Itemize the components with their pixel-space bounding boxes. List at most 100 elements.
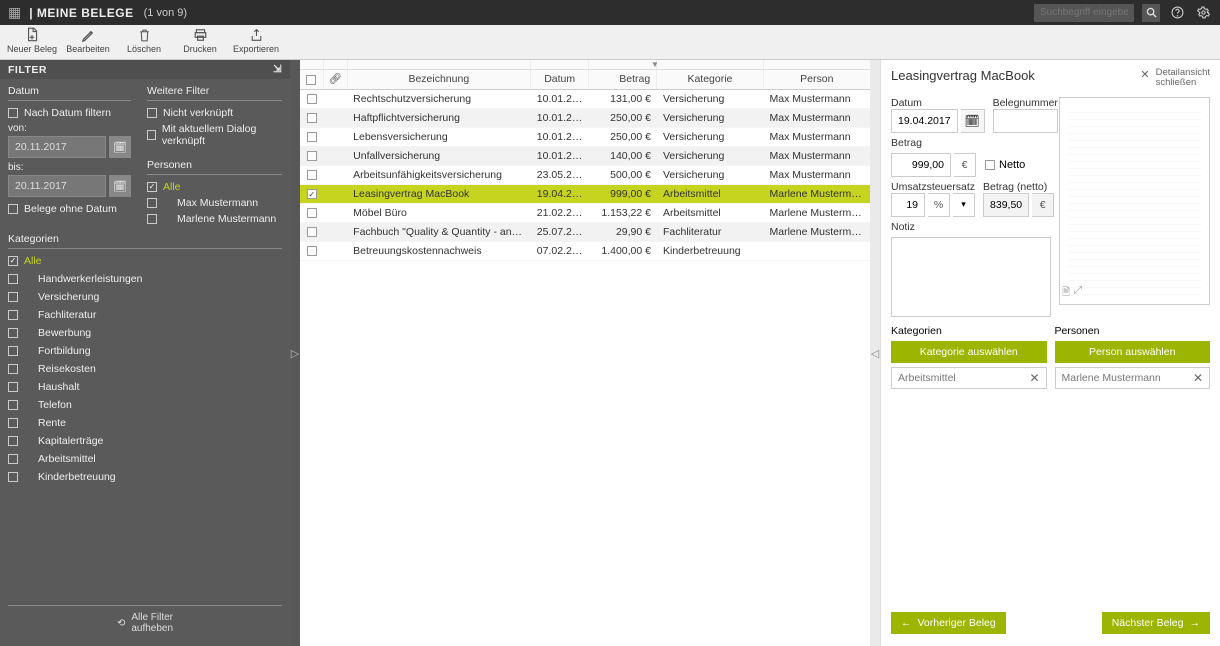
filter-heading: FILTER <box>8 64 47 76</box>
category-checkbox[interactable]: Fortbildung <box>8 342 282 360</box>
document-preview[interactable]: 🗎︎⤢ <box>1059 97 1210 305</box>
table-row[interactable]: Fachbuch "Quality & Quantity - an endles… <box>300 223 870 242</box>
search-input[interactable] <box>1040 7 1128 18</box>
edit-button[interactable]: Bearbeiten <box>60 26 116 54</box>
table-row[interactable]: Haftpflichtversicherung10.01.2017250,00 … <box>300 109 870 128</box>
person-tag: Marlene Mustermann ✕ <box>1055 367 1211 389</box>
collapse-sidebar-icon[interactable]: ⇲ <box>273 64 282 75</box>
new-button[interactable]: Neuer Beleg <box>4 26 60 54</box>
net-amount-label: Betrag (netto) <box>983 181 1054 193</box>
categories-all-checkbox[interactable]: Alle <box>8 252 282 270</box>
row-checkbox[interactable] <box>307 94 317 104</box>
date-input[interactable]: 19.04.2017 <box>891 109 958 133</box>
category-checkbox[interactable]: Fachliteratur <box>8 306 282 324</box>
export-label: Exportieren <box>233 44 279 54</box>
row-date: 07.02.2017 <box>531 245 589 257</box>
close-detail-icon[interactable]: ✕ <box>1140 68 1149 81</box>
table-row[interactable]: Unfallversicherung10.01.2017140,00 €Vers… <box>300 147 870 166</box>
close-detail-text[interactable]: Detailansichtschließen <box>1156 68 1210 89</box>
clear-filters-button[interactable]: ⟲ Alle Filteraufheben <box>8 605 282 640</box>
row-category: Versicherung <box>657 150 764 162</box>
search-button[interactable] <box>1142 4 1160 22</box>
help-icon[interactable] <box>1168 4 1186 22</box>
docnum-input[interactable] <box>993 109 1058 133</box>
row-checkbox[interactable] <box>307 151 317 161</box>
note-label: Notiz <box>891 221 1051 233</box>
netto-checkbox[interactable]: Netto <box>985 153 1025 177</box>
date-to-picker-icon[interactable]: 🗓︎ <box>109 175 131 197</box>
row-checkbox[interactable] <box>307 227 317 237</box>
filter-sidebar: FILTER ⇲ Datum Nach Datum filtern von: 2… <box>0 60 290 646</box>
date-picker-icon[interactable]: 🗓︎ <box>961 109 985 133</box>
vat-dropdown-icon[interactable]: ▾ <box>953 193 975 217</box>
select-category-button[interactable]: Kategorie auswählen <box>891 341 1047 363</box>
preview-zoom-icon: ⤢ <box>1074 285 1082 302</box>
amount-label: Betrag <box>891 137 1051 149</box>
category-checkbox[interactable]: Versicherung <box>8 288 282 306</box>
settings-icon[interactable] <box>1194 4 1212 22</box>
detail-title: Leasingvertrag MacBook <box>891 68 1140 83</box>
print-button[interactable]: Drucken <box>172 26 228 54</box>
table-row[interactable]: Betreuungskostennachweis07.02.20171.400,… <box>300 242 870 261</box>
category-checkbox[interactable]: Haushalt <box>8 378 282 396</box>
preview-page-icon: 🗎︎ <box>1062 285 1070 302</box>
splitter-left[interactable]: ▷ <box>290 60 300 646</box>
row-checkbox[interactable] <box>307 132 317 142</box>
no-date-checkbox[interactable]: Belege ohne Datum <box>8 201 131 217</box>
category-checkbox[interactable]: Kapitalerträge <box>8 432 282 450</box>
select-person-button[interactable]: Person auswählen <box>1055 341 1211 363</box>
prev-button[interactable]: ←Vorheriger Beleg <box>891 612 1006 634</box>
export-icon <box>250 27 263 43</box>
table-row[interactable]: Lebensversicherung10.01.2017250,00 €Vers… <box>300 128 870 147</box>
table-row[interactable]: Rechtschutzversicherung10.01.2017131,00 … <box>300 90 870 109</box>
filter-by-date-checkbox[interactable]: Nach Datum filtern <box>8 105 131 121</box>
note-textarea[interactable] <box>891 237 1051 317</box>
row-checkbox[interactable] <box>307 189 317 199</box>
select-all-checkbox[interactable] <box>306 75 316 85</box>
persons-label-d: Personen <box>1055 325 1211 337</box>
table-row[interactable]: Möbel Büro21.02.20171.153,22 €Arbeitsmit… <box>300 204 870 223</box>
with-dialog-checkbox[interactable]: Mit aktuellem Dialog verknüpft <box>147 121 282 149</box>
print-icon <box>193 27 208 43</box>
row-checkbox[interactable] <box>307 113 317 123</box>
receipts-grid: ▼ 🔗︎ Bezeichnung Datum Betrag Kategorie … <box>300 60 870 646</box>
delete-label: Löschen <box>127 44 161 54</box>
not-linked-checkbox[interactable]: Nicht verknüpft <box>147 105 282 121</box>
row-checkbox[interactable] <box>307 246 317 256</box>
person-checkbox[interactable]: Max Mustermann <box>147 195 282 211</box>
row-amount: 140,00 € <box>589 150 657 162</box>
vat-input[interactable]: 19 <box>891 193 925 217</box>
row-date: 25.07.2017 <box>531 226 589 238</box>
table-row[interactable]: Arbeitsunfähigkeitsversicherung23.05.201… <box>300 166 870 185</box>
category-checkbox[interactable]: Arbeitsmittel <box>8 450 282 468</box>
amount-input[interactable]: 999,00 <box>891 153 951 177</box>
date-from-input[interactable]: 20.11.2017 <box>8 136 106 158</box>
date-from-picker-icon[interactable]: 🗓︎ <box>109 136 131 158</box>
table-row[interactable]: Leasingvertrag MacBook19.04.2017999,00 €… <box>300 185 870 204</box>
category-checkbox[interactable]: Rente <box>8 414 282 432</box>
category-checkbox[interactable]: Kinderbetreuung <box>8 468 282 486</box>
currency-euro: € <box>954 153 976 177</box>
persons-all-checkbox[interactable]: Alle <box>147 179 282 195</box>
row-category: Versicherung <box>657 112 764 124</box>
category-checkbox[interactable]: Reisekosten <box>8 360 282 378</box>
category-checkbox[interactable]: Telefon <box>8 396 282 414</box>
arrow-left-icon: ← <box>901 617 912 629</box>
category-checkbox[interactable]: Handwerkerleistungen <box>8 270 282 288</box>
row-name: Betreuungskostennachweis <box>347 245 531 257</box>
export-button[interactable]: Exportieren <box>228 26 284 54</box>
edit-icon <box>81 27 96 43</box>
search-input-wrap[interactable] <box>1034 4 1134 22</box>
remove-category-icon[interactable]: ✕ <box>1029 371 1039 385</box>
category-checkbox[interactable]: Bewerbung <box>8 324 282 342</box>
date-to-input[interactable]: 20.11.2017 <box>8 175 106 197</box>
person-checkbox[interactable]: Marlene Mustermann <box>147 211 282 227</box>
row-checkbox[interactable] <box>307 170 317 180</box>
date-label: Datum <box>891 97 985 109</box>
splitter-right[interactable]: ◁ <box>870 60 880 646</box>
row-checkbox[interactable] <box>307 208 317 218</box>
row-date: 23.05.2017 <box>531 169 589 181</box>
delete-button[interactable]: Löschen <box>116 26 172 54</box>
remove-person-icon[interactable]: ✕ <box>1193 371 1203 385</box>
next-button[interactable]: Nächster Beleg→ <box>1102 612 1210 634</box>
